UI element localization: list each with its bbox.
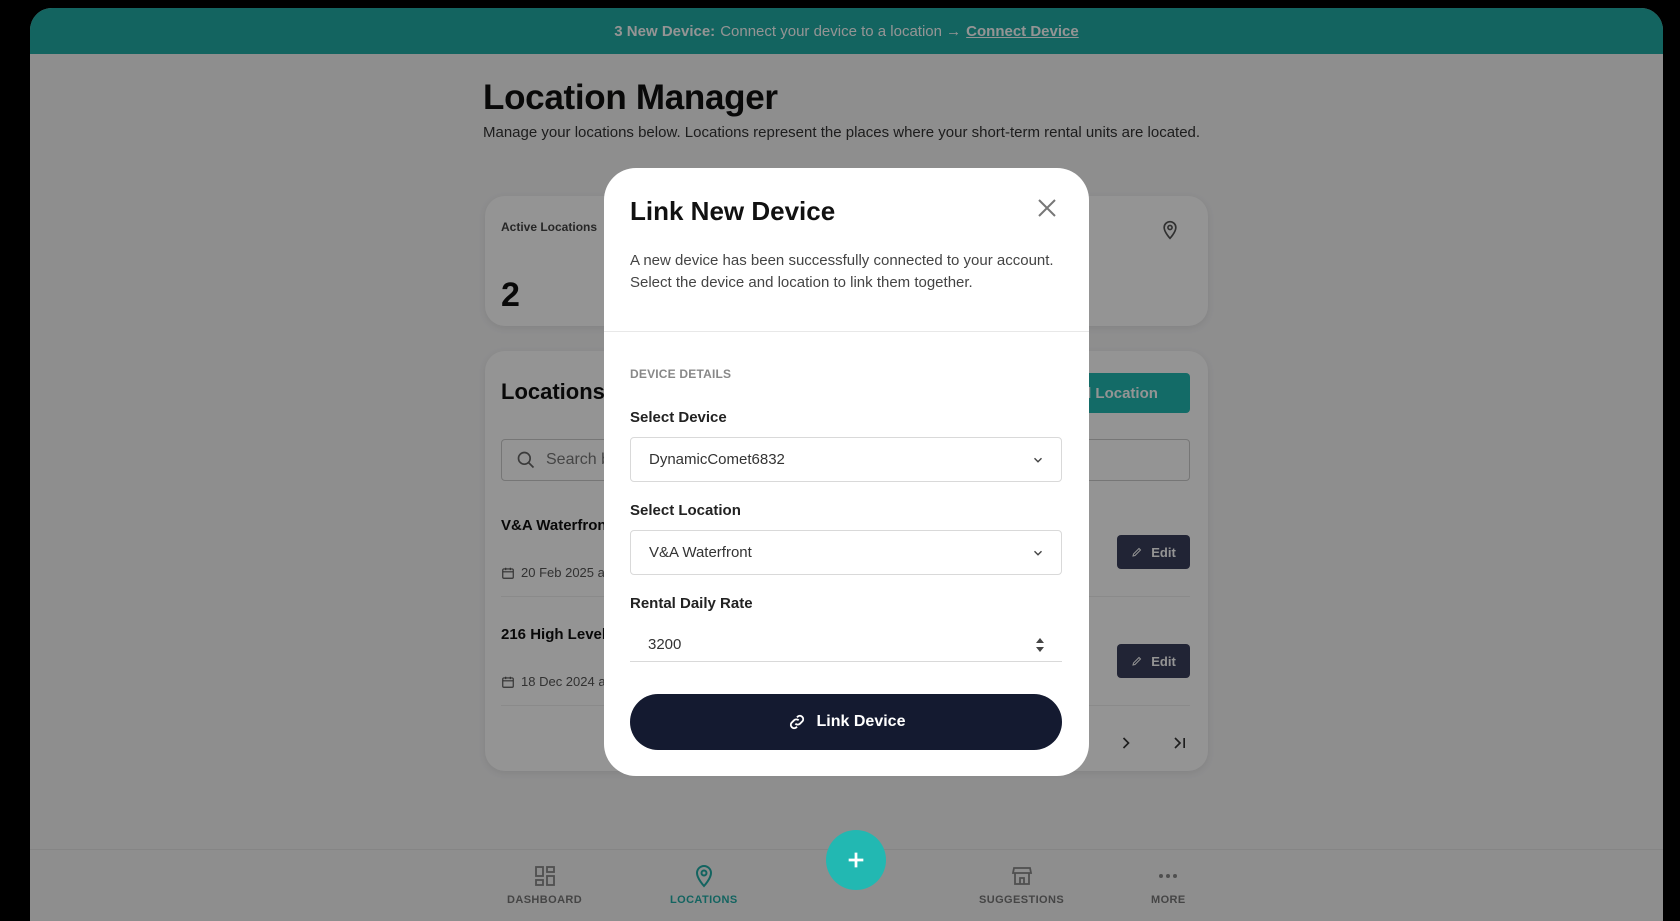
modal-title: Link New Device — [630, 196, 836, 226]
device-label: Select Device — [630, 409, 727, 426]
link-device-label: Link Device — [816, 713, 906, 730]
link-icon — [789, 714, 804, 730]
device-select[interactable]: DynamicComet6832 — [630, 437, 1062, 482]
add-fab-button[interactable] — [826, 830, 886, 890]
location-select[interactable]: V&A Waterfront — [630, 530, 1062, 575]
modal-divider — [604, 331, 1089, 332]
stepper-arrows-icon[interactable] — [1034, 636, 1046, 654]
rate-value: 3200 — [648, 636, 682, 653]
section-heading: DEVICE DETAILS — [630, 367, 732, 381]
location-select-value: V&A Waterfront — [649, 544, 752, 561]
chevron-down-icon — [1034, 550, 1042, 556]
plus-icon — [848, 852, 864, 868]
link-device-button[interactable]: Link Device — [630, 694, 1062, 750]
rate-label: Rental Daily Rate — [630, 595, 753, 612]
link-device-modal: Link New Device A new device has been su… — [604, 168, 1089, 776]
close-icon[interactable] — [1035, 196, 1059, 220]
rate-input[interactable]: 3200 — [630, 628, 1062, 662]
chevron-down-icon — [1034, 457, 1042, 463]
location-label: Select Location — [630, 502, 741, 519]
device-select-value: DynamicComet6832 — [649, 451, 785, 468]
modal-description: A new device has been successfully conne… — [630, 252, 1054, 291]
